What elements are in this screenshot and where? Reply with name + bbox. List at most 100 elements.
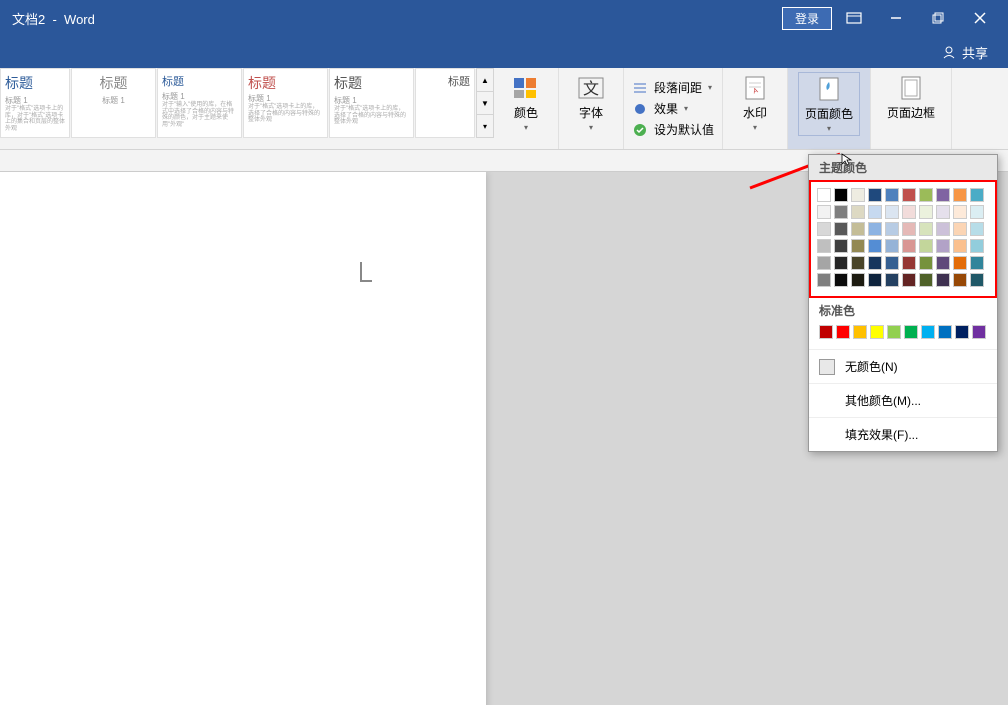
- color-swatch[interactable]: [817, 205, 831, 219]
- color-swatch[interactable]: [885, 205, 899, 219]
- chevron-down-icon: ▾: [589, 123, 593, 132]
- color-swatch[interactable]: [970, 239, 984, 253]
- color-swatch[interactable]: [868, 239, 882, 253]
- color-swatch[interactable]: [936, 256, 950, 270]
- effects-icon: [632, 101, 648, 117]
- color-swatch[interactable]: [919, 222, 933, 236]
- color-swatch[interactable]: [970, 188, 984, 202]
- color-swatch[interactable]: [953, 239, 967, 253]
- color-swatch[interactable]: [885, 188, 899, 202]
- color-swatch[interactable]: [936, 188, 950, 202]
- set-default-button[interactable]: 设为默认值: [632, 121, 714, 138]
- color-swatch[interactable]: [902, 256, 916, 270]
- color-swatch[interactable]: [851, 273, 865, 287]
- style-item[interactable]: 标题 标题 1 对于"输入"使用的库，在格式中选择了合格的内容与特殊的颜色，对于…: [157, 68, 242, 138]
- color-swatch[interactable]: [851, 239, 865, 253]
- page-color-button[interactable]: 页面颜色 ▾: [798, 72, 860, 136]
- color-swatch[interactable]: [868, 222, 882, 236]
- color-swatch[interactable]: [885, 256, 899, 270]
- color-swatch[interactable]: [919, 239, 933, 253]
- no-color-button[interactable]: 无颜色(N): [809, 349, 997, 383]
- styles-gallery[interactable]: 标题 标题 1 对于"格式"选项卡上的库，对于"格式"选项卡上的集合和页层的整体…: [0, 68, 494, 138]
- style-item[interactable]: 标题: [415, 68, 475, 138]
- effects-button[interactable]: 效果 ▾: [632, 100, 714, 117]
- color-swatch[interactable]: [817, 256, 831, 270]
- login-button[interactable]: 登录: [782, 7, 832, 30]
- page[interactable]: [0, 172, 486, 705]
- color-swatch[interactable]: [953, 222, 967, 236]
- color-swatch[interactable]: [834, 205, 848, 219]
- style-item[interactable]: 标题 标题 1 对于"格式"选项卡上的库，对于"格式"选项卡上的集合和页层的整体…: [0, 68, 70, 138]
- color-swatch[interactable]: [936, 205, 950, 219]
- color-swatch[interactable]: [887, 325, 901, 339]
- color-swatch[interactable]: [836, 325, 850, 339]
- color-swatch[interactable]: [970, 222, 984, 236]
- fill-effects-button[interactable]: 填充效果(F)...: [809, 417, 997, 451]
- style-item[interactable]: 标题 标题 1 对于"格式"选项卡上的库，选择了合格的内容与特殊的整体外观: [243, 68, 328, 138]
- ribbon-display-icon[interactable]: [834, 4, 874, 32]
- color-swatch[interactable]: [953, 273, 967, 287]
- color-swatch[interactable]: [817, 239, 831, 253]
- more-colors-button[interactable]: 其他颜色(M)...: [809, 383, 997, 417]
- color-swatch[interactable]: [851, 256, 865, 270]
- scroll-down-icon[interactable]: ▼: [477, 92, 493, 115]
- color-swatch[interactable]: [868, 188, 882, 202]
- color-swatch[interactable]: [885, 273, 899, 287]
- color-swatch[interactable]: [885, 239, 899, 253]
- color-swatch[interactable]: [953, 256, 967, 270]
- color-swatch[interactable]: [938, 325, 952, 339]
- color-swatch[interactable]: [955, 325, 969, 339]
- style-item[interactable]: 标题 标题 1 对于"格式"选项卡上的库，选择了合格的内容与特殊的整体外观: [329, 68, 414, 138]
- color-swatch[interactable]: [970, 205, 984, 219]
- color-swatch[interactable]: [919, 188, 933, 202]
- color-swatch[interactable]: [868, 205, 882, 219]
- color-swatch[interactable]: [868, 256, 882, 270]
- color-swatch[interactable]: [819, 325, 833, 339]
- colors-button[interactable]: 颜色 ▾: [504, 72, 548, 134]
- color-swatch[interactable]: [817, 273, 831, 287]
- color-swatch[interactable]: [817, 188, 831, 202]
- color-swatch[interactable]: [870, 325, 884, 339]
- close-icon[interactable]: [960, 4, 1000, 32]
- color-swatch[interactable]: [972, 325, 986, 339]
- share-button[interactable]: 共享: [942, 43, 988, 62]
- color-swatch[interactable]: [953, 188, 967, 202]
- color-swatch[interactable]: [936, 239, 950, 253]
- color-swatch[interactable]: [834, 222, 848, 236]
- color-swatch[interactable]: [851, 205, 865, 219]
- maximize-icon[interactable]: [918, 4, 958, 32]
- fonts-button[interactable]: 文 字体 ▾: [569, 72, 613, 134]
- color-swatch[interactable]: [953, 205, 967, 219]
- color-swatch[interactable]: [919, 205, 933, 219]
- color-swatch[interactable]: [970, 256, 984, 270]
- color-swatch[interactable]: [834, 273, 848, 287]
- expand-icon[interactable]: ▾: [477, 115, 493, 137]
- color-swatch[interactable]: [902, 273, 916, 287]
- color-swatch[interactable]: [936, 222, 950, 236]
- color-swatch[interactable]: [885, 222, 899, 236]
- style-item[interactable]: 标题 标题 1: [71, 68, 156, 138]
- color-swatch[interactable]: [921, 325, 935, 339]
- watermark-button[interactable]: A 水印 ▾: [733, 72, 777, 134]
- color-swatch[interactable]: [970, 273, 984, 287]
- scroll-up-icon[interactable]: ▲: [477, 69, 493, 92]
- color-swatch[interactable]: [904, 325, 918, 339]
- color-swatch[interactable]: [834, 256, 848, 270]
- minimize-icon[interactable]: [876, 4, 916, 32]
- color-swatch[interactable]: [919, 273, 933, 287]
- paragraph-spacing-button[interactable]: 段落间距 ▾: [632, 79, 714, 96]
- color-swatch[interactable]: [834, 239, 848, 253]
- color-swatch[interactable]: [868, 273, 882, 287]
- color-swatch[interactable]: [902, 222, 916, 236]
- page-border-button[interactable]: 页面边框: [881, 72, 941, 123]
- color-swatch[interactable]: [902, 239, 916, 253]
- color-swatch[interactable]: [919, 256, 933, 270]
- color-swatch[interactable]: [902, 205, 916, 219]
- color-swatch[interactable]: [851, 188, 865, 202]
- color-swatch[interactable]: [936, 273, 950, 287]
- color-swatch[interactable]: [817, 222, 831, 236]
- color-swatch[interactable]: [851, 222, 865, 236]
- color-swatch[interactable]: [853, 325, 867, 339]
- color-swatch[interactable]: [902, 188, 916, 202]
- color-swatch[interactable]: [834, 188, 848, 202]
